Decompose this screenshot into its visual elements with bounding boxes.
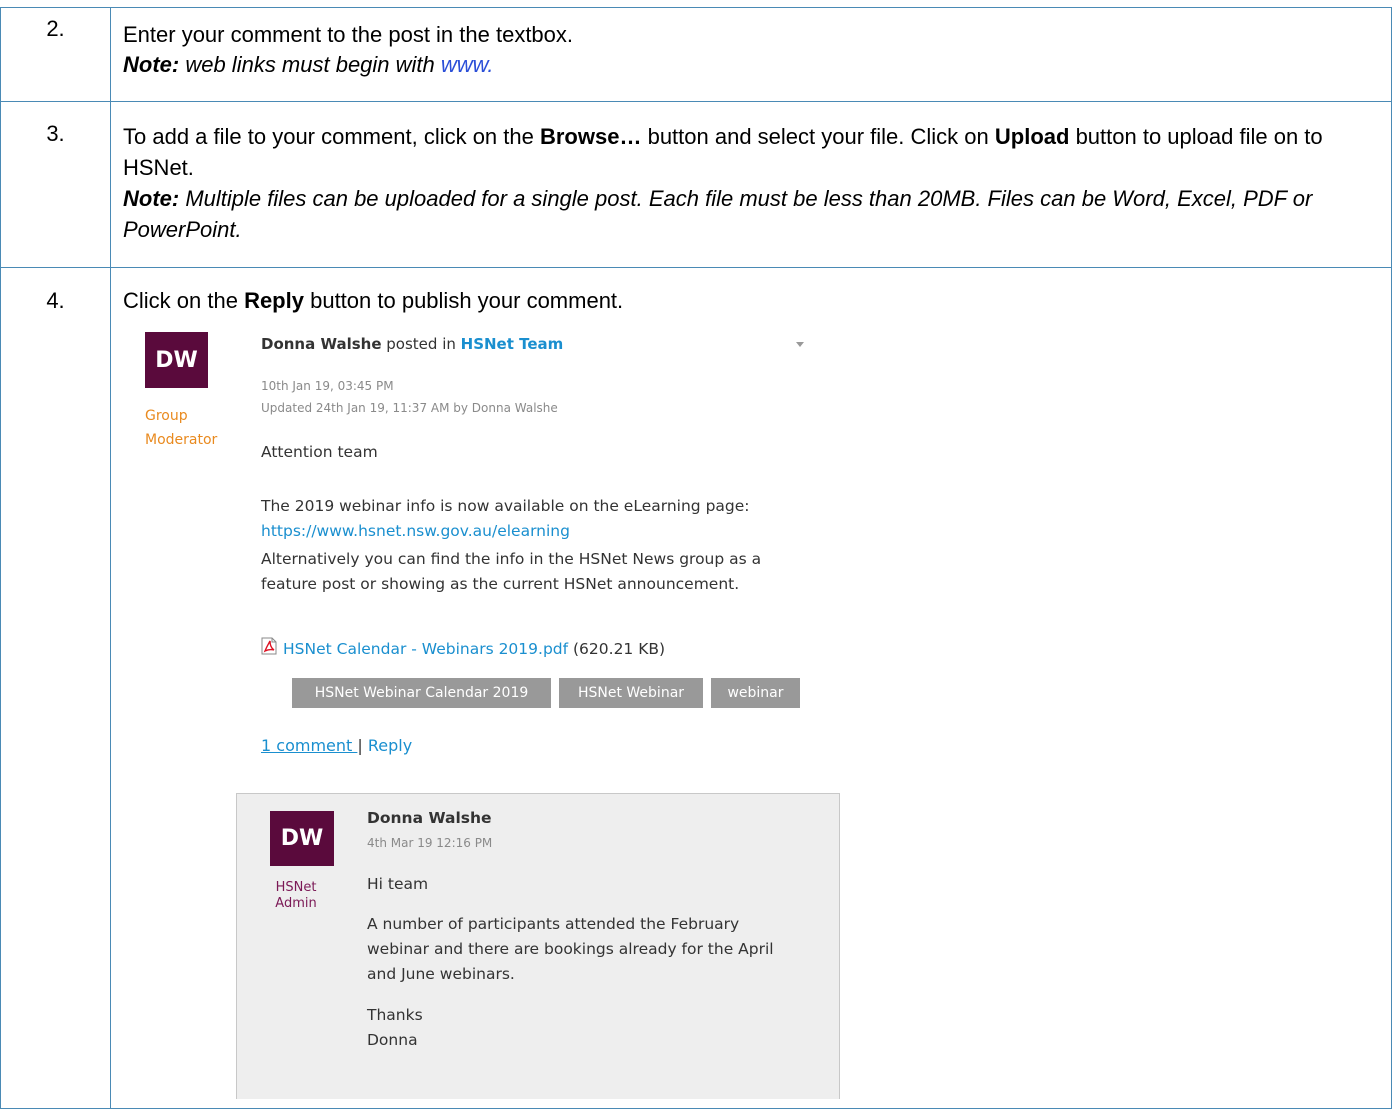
comment-date: 4th Mar 19 12:16 PM	[367, 836, 493, 850]
tag[interactable]: HSNet Webinar Calendar 2019	[292, 678, 551, 708]
role-line: Group	[145, 408, 188, 424]
tag[interactable]: HSNet Webinar	[559, 678, 703, 708]
attachment: HSNet Calendar - Webinars 2019.pdf (620.…	[261, 637, 665, 662]
avatar[interactable]: DW	[270, 811, 334, 866]
comments-link[interactable]: 1 comment	[261, 736, 357, 755]
separator: |	[357, 736, 368, 755]
forum-post: DW Group Moderator Donna Walshe posted i…	[0, 0, 1392, 1099]
author-role: Group Moderator	[145, 404, 217, 452]
reply-link[interactable]: Reply	[368, 736, 412, 755]
paragraph-line: Donna	[367, 1031, 418, 1049]
paragraph-line: Thanks	[367, 1006, 423, 1024]
post-paragraph: Attention team	[261, 443, 378, 461]
author-name[interactable]: Donna Walshe	[261, 335, 382, 353]
caret-down-icon[interactable]	[796, 342, 804, 347]
tag[interactable]: webinar	[711, 678, 800, 708]
attachment-link[interactable]: HSNet Calendar - Webinars 2019.pdf	[283, 640, 568, 658]
group-link[interactable]: HSNet Team	[461, 335, 564, 353]
author-role: HSNet Admin	[270, 880, 322, 912]
comment-paragraph: A number of participants attended the Fe…	[367, 915, 774, 983]
post-updated: Updated 24th Jan 19, 11:37 AM by Donna W…	[261, 401, 558, 415]
comment-author[interactable]: Donna Walshe	[367, 809, 492, 827]
role-line: HSNet	[275, 880, 317, 895]
comment-paragraph: Hi team	[367, 875, 429, 893]
post-header: Donna Walshe posted in HSNet Team	[261, 335, 563, 353]
role-line: Admin	[275, 896, 317, 911]
comment-box: DW HSNet Admin Donna Walshe 4th Mar 19 1…	[236, 793, 840, 1099]
role-line: Moderator	[145, 432, 218, 448]
posted-in-text: posted in	[381, 335, 461, 353]
elearning-link[interactable]: https://www.hsnet.nsw.gov.au/elearning	[261, 519, 821, 544]
post-paragraph: Alternatively you can find the info in t…	[261, 550, 762, 593]
attachment-size: (620.21 KB)	[568, 640, 666, 658]
comment-paragraph: Thanks Donna	[367, 1003, 807, 1053]
pdf-icon	[261, 637, 277, 662]
post-actions: 1 comment | Reply	[261, 736, 412, 755]
avatar[interactable]: DW	[145, 332, 208, 388]
post-date: 10th Jan 19, 03:45 PM	[261, 379, 394, 393]
tag-list: HSNet Webinar Calendar 2019 HSNet Webina…	[292, 678, 812, 708]
post-paragraph: The 2019 webinar info is now available o…	[261, 494, 821, 544]
paragraph-text: The 2019 webinar info is now available o…	[261, 497, 750, 515]
